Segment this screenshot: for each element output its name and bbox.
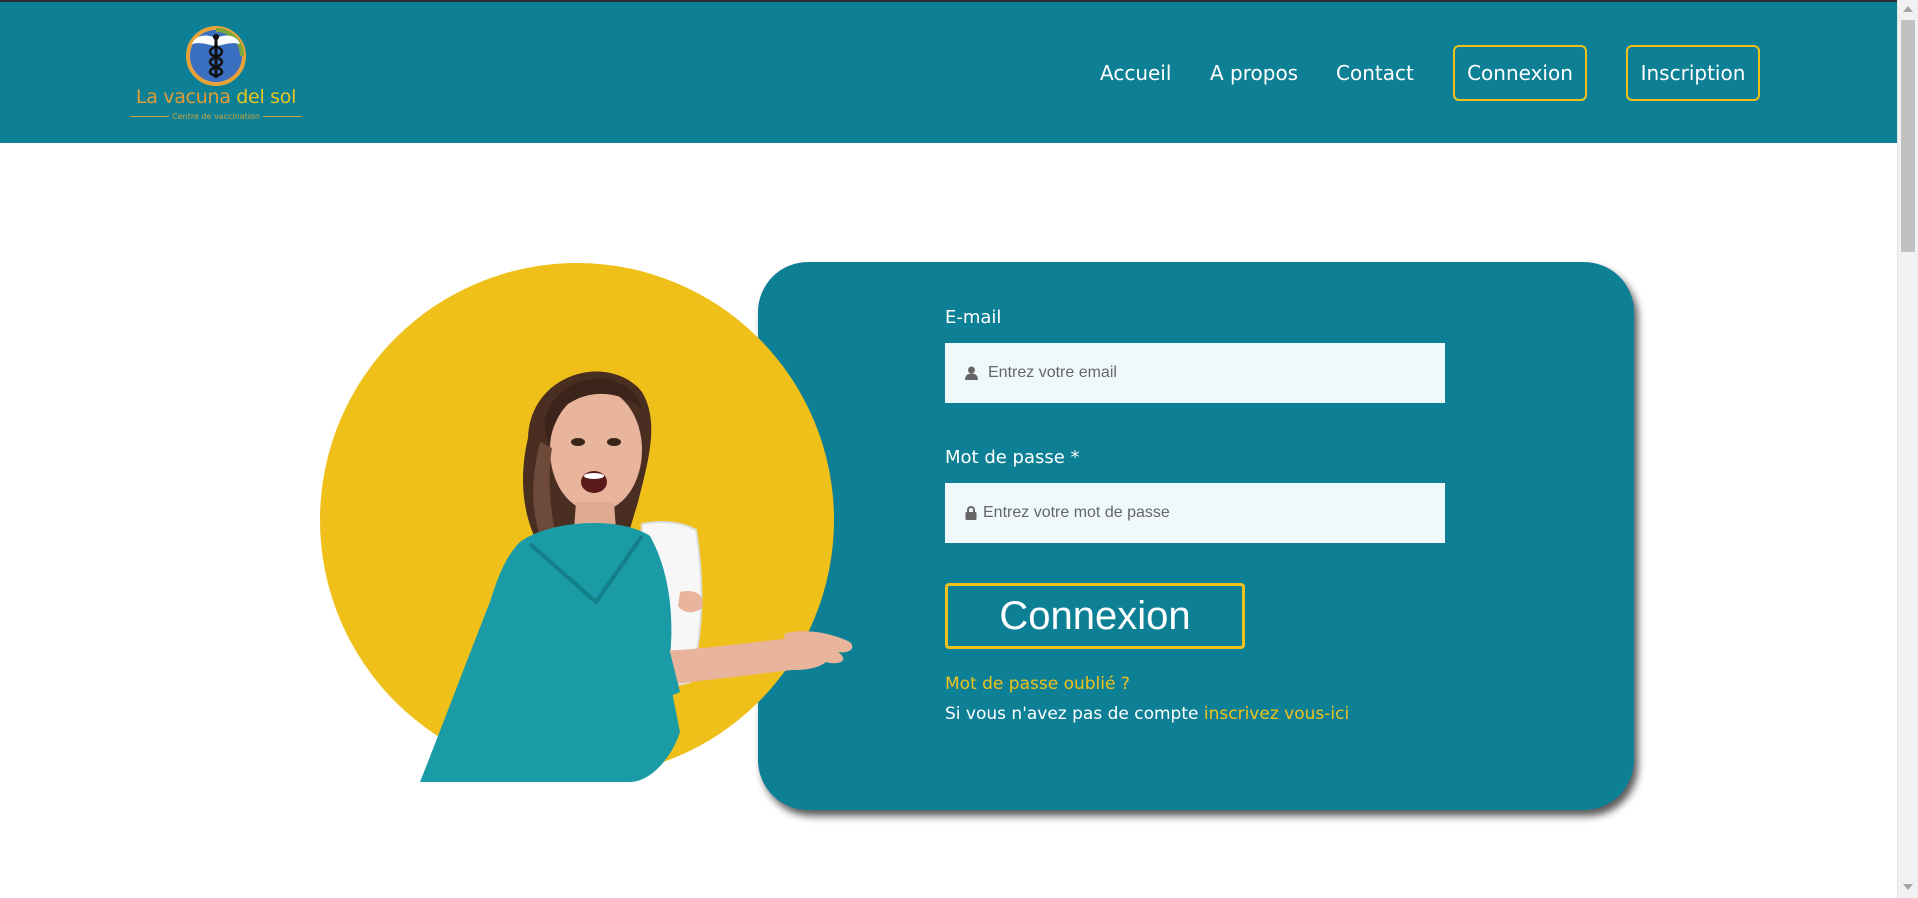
password-label: Mot de passe * [945,447,1080,468]
vertical-scrollbar[interactable] [1897,0,1918,898]
lock-icon [965,506,977,520]
caduceus-icon [186,26,246,86]
page: La vacuna del sol Centre de vaccination … [0,0,1918,898]
brand-logo[interactable]: La vacuna del sol Centre de vaccination [126,20,306,125]
email-label: E-mail [945,307,1002,328]
brand-name-part2: del sol [236,86,297,108]
signup-prompt-text: Si vous n'avez pas de compte [945,704,1199,724]
email-field[interactable] [945,343,1445,403]
password-field[interactable] [945,483,1445,543]
signup-prompt: Si vous n'avez pas de compte inscrivez v… [945,704,1349,724]
nav-link-a-propos[interactable]: A propos [1210,61,1298,85]
nav-link-contact[interactable]: Contact [1336,61,1414,85]
login-submit-button[interactable]: Connexion [945,583,1245,649]
brand-tagline-row: Centre de vaccination [130,112,303,121]
brand-name: La vacuna del sol [126,86,306,108]
window-top-border [0,0,1897,2]
nurse-image [420,371,853,782]
brand-name-part1: La vacuna [135,86,231,108]
divider [262,116,303,117]
navbar: La vacuna del sol Centre de vaccination … [0,0,1897,143]
scroll-down-arrow-icon[interactable] [1903,884,1913,890]
nav-link-accueil[interactable]: Accueil [1100,61,1171,85]
nav-login-button[interactable]: Connexion [1453,45,1587,101]
password-input[interactable] [981,503,1421,523]
scrollbar-thumb[interactable] [1901,20,1915,252]
user-icon [965,366,978,380]
scroll-up-arrow-icon[interactable] [1903,6,1913,12]
forgot-password-link[interactable]: Mot de passe oublié ? [945,674,1130,694]
nav-signup-button[interactable]: Inscription [1626,45,1760,101]
signup-link[interactable]: inscrivez vous-ici [1204,704,1349,724]
brand-tagline: Centre de vaccination [172,112,260,121]
divider [130,116,170,117]
email-input[interactable] [986,363,1426,383]
